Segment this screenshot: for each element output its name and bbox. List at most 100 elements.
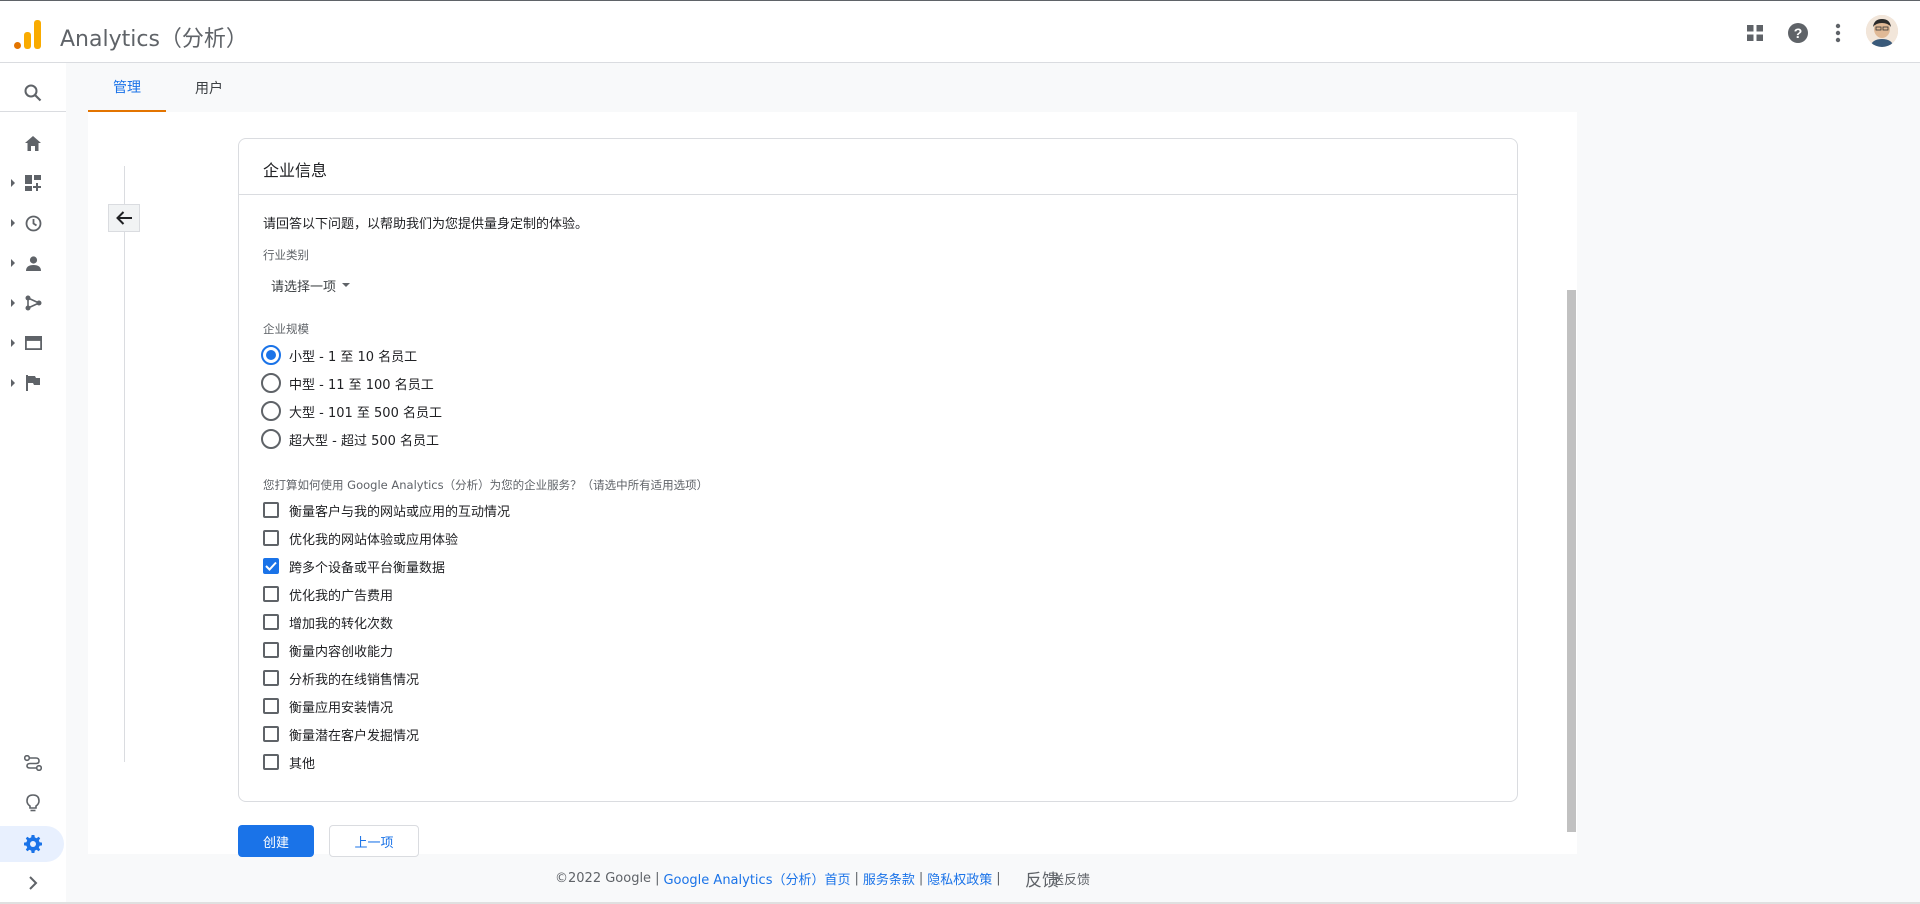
svg-text:?: ? — [1794, 25, 1803, 41]
usage-option[interactable]: 优化我的广告费用 — [263, 584, 393, 604]
checkbox[interactable] — [263, 614, 279, 630]
create-button[interactable]: 创建 — [238, 825, 314, 857]
usage-option[interactable]: 衡量客户与我的网站或应用的互动情况 — [263, 500, 510, 520]
dashboard-icon — [23, 173, 43, 193]
behavior-icon — [23, 333, 43, 353]
person-icon — [23, 253, 43, 273]
industry-select[interactable]: 请选择一项 — [271, 275, 351, 295]
chevron-right-icon — [23, 873, 43, 893]
tab-users[interactable]: 用户 — [166, 64, 252, 112]
usage-option[interactable]: 衡量内容创收能力 — [263, 640, 393, 660]
footer-separator: | — [854, 870, 859, 886]
flag-icon — [23, 373, 43, 393]
footer-separator: | — [918, 870, 924, 886]
rail-admin[interactable] — [0, 826, 66, 862]
footer: ©2022 Google | Google Analytics（分析）首页 | … — [555, 868, 1005, 888]
caret-right-icon — [11, 379, 15, 387]
acquisition-icon — [23, 293, 43, 313]
usage-option-label: 衡量内容创收能力 — [289, 644, 394, 660]
size-option[interactable]: 大型 - 101 至 500 名员工 — [261, 400, 442, 422]
app-title: Analytics（分析） — [60, 27, 248, 52]
radio-button[interactable] — [261, 429, 281, 449]
checkbox[interactable] — [263, 754, 279, 770]
card-intro: 请回答以下问题，以帮助我们为您提供量身定制的体验。 — [263, 217, 589, 232]
rail-realtime[interactable] — [0, 205, 66, 241]
usage-option-label: 衡量潜在客户发掘情况 — [289, 728, 420, 744]
usage-option[interactable]: 增加我的转化次数 — [263, 612, 393, 632]
usage-option-label: 增加我的转化次数 — [289, 616, 394, 632]
back-button[interactable] — [108, 204, 140, 232]
attribution-icon — [23, 753, 43, 773]
checkbox[interactable] — [263, 586, 279, 602]
rail-audience[interactable] — [0, 245, 66, 281]
rail-expand[interactable] — [0, 865, 66, 901]
checkbox-checked[interactable] — [263, 558, 279, 574]
usage-option-label: 其他 — [289, 756, 316, 772]
rail-home[interactable] — [0, 125, 66, 161]
help-icon[interactable]: ? — [1786, 21, 1810, 45]
rail-acquisition[interactable] — [0, 285, 66, 321]
apps-icon[interactable] — [1743, 21, 1767, 45]
checkbox[interactable] — [263, 698, 279, 714]
footer-separator: | — [996, 870, 1001, 886]
size-option[interactable]: 中型 - 11 至 100 名员工 — [261, 372, 434, 394]
rail-behavior[interactable] — [0, 325, 66, 361]
usage-option[interactable]: 分析我的在线销售情况 — [263, 668, 419, 688]
check-mark-icon — [265, 561, 277, 571]
caret-right-icon — [11, 299, 15, 307]
rail-customization[interactable] — [0, 165, 66, 201]
usage-option-label: 跨多个设备或平台衡量数据 — [289, 560, 446, 576]
search-icon — [23, 83, 43, 103]
industry-selected-value: 请选择一项 — [271, 279, 337, 295]
rail-divider — [0, 111, 66, 112]
caret-right-icon — [11, 259, 15, 267]
business-info-card: 企业信息 请回答以下问题，以帮助我们为您提供量身定制的体验。 行业类别 请选择一… — [238, 138, 1518, 802]
footer-separator: | — [655, 870, 660, 886]
radio-button[interactable] — [261, 373, 281, 393]
radio-button-checked[interactable] — [261, 345, 281, 365]
usage-option[interactable]: 衡量应用安装情况 — [263, 696, 393, 716]
usage-option[interactable]: 跨多个设备或平台衡量数据 — [263, 556, 445, 576]
caret-right-icon — [11, 219, 15, 227]
checkbox[interactable] — [263, 670, 279, 686]
avatar[interactable] — [1866, 15, 1898, 47]
scrollbar-thumb[interactable] — [1567, 290, 1576, 832]
size-option[interactable]: 小型 - 1 至 10 名员工 — [261, 344, 417, 366]
usage-option[interactable]: 其他 — [263, 752, 315, 772]
previous-button[interactable]: 上一项 — [329, 825, 419, 857]
left-nav-rail — [0, 63, 66, 904]
size-option-label: 中型 - 11 至 100 名员工 — [289, 377, 434, 393]
industry-label: 行业类别 — [263, 248, 309, 262]
checkbox[interactable] — [263, 642, 279, 658]
size-label: 企业规模 — [263, 322, 309, 336]
step-line — [124, 166, 125, 762]
checkbox[interactable] — [263, 726, 279, 742]
rail-attribution[interactable] — [0, 745, 66, 781]
size-option[interactable]: 超大型 - 超过 500 名员工 — [261, 428, 439, 450]
app-header: Analytics（分析） ? — [0, 1, 1920, 63]
tab-admin[interactable]: 管理 — [88, 64, 166, 112]
checkbox[interactable] — [263, 502, 279, 518]
usage-option-label: 衡量客户与我的网站或应用的互动情况 — [289, 504, 511, 520]
footer-link-terms[interactable]: 服务条款 — [863, 869, 915, 888]
card-title: 企业信息 — [263, 161, 328, 180]
analytics-logo-icon[interactable] — [14, 19, 42, 49]
usage-option-label: 分析我的在线销售情况 — [289, 672, 420, 688]
radio-button[interactable] — [261, 401, 281, 421]
feedback-link[interactable]: 反馈 送反馈 — [1025, 866, 1091, 891]
size-option-label: 大型 - 101 至 500 名员工 — [289, 405, 442, 421]
usage-option[interactable]: 优化我的网站体验或应用体验 — [263, 528, 458, 548]
home-icon — [23, 133, 43, 153]
rail-discover[interactable] — [0, 785, 66, 821]
size-option-label: 超大型 - 超过 500 名员工 — [289, 433, 440, 449]
usage-label: 您打算如何使用 Google Analytics（分析）为您的企业服务？（请选中… — [263, 478, 709, 492]
footer-link-privacy[interactable]: 隐私权政策 — [927, 869, 992, 888]
lightbulb-icon — [23, 793, 43, 813]
more-vert-icon[interactable] — [1826, 21, 1850, 45]
usage-option[interactable]: 衡量潜在客户发掘情况 — [263, 724, 419, 744]
checkbox[interactable] — [263, 530, 279, 546]
rail-search[interactable] — [0, 75, 66, 111]
footer-link-home[interactable]: Google Analytics（分析）首页 — [663, 869, 850, 888]
rail-conversions[interactable] — [0, 365, 66, 401]
feedback-text: 送反馈 — [1051, 872, 1091, 888]
